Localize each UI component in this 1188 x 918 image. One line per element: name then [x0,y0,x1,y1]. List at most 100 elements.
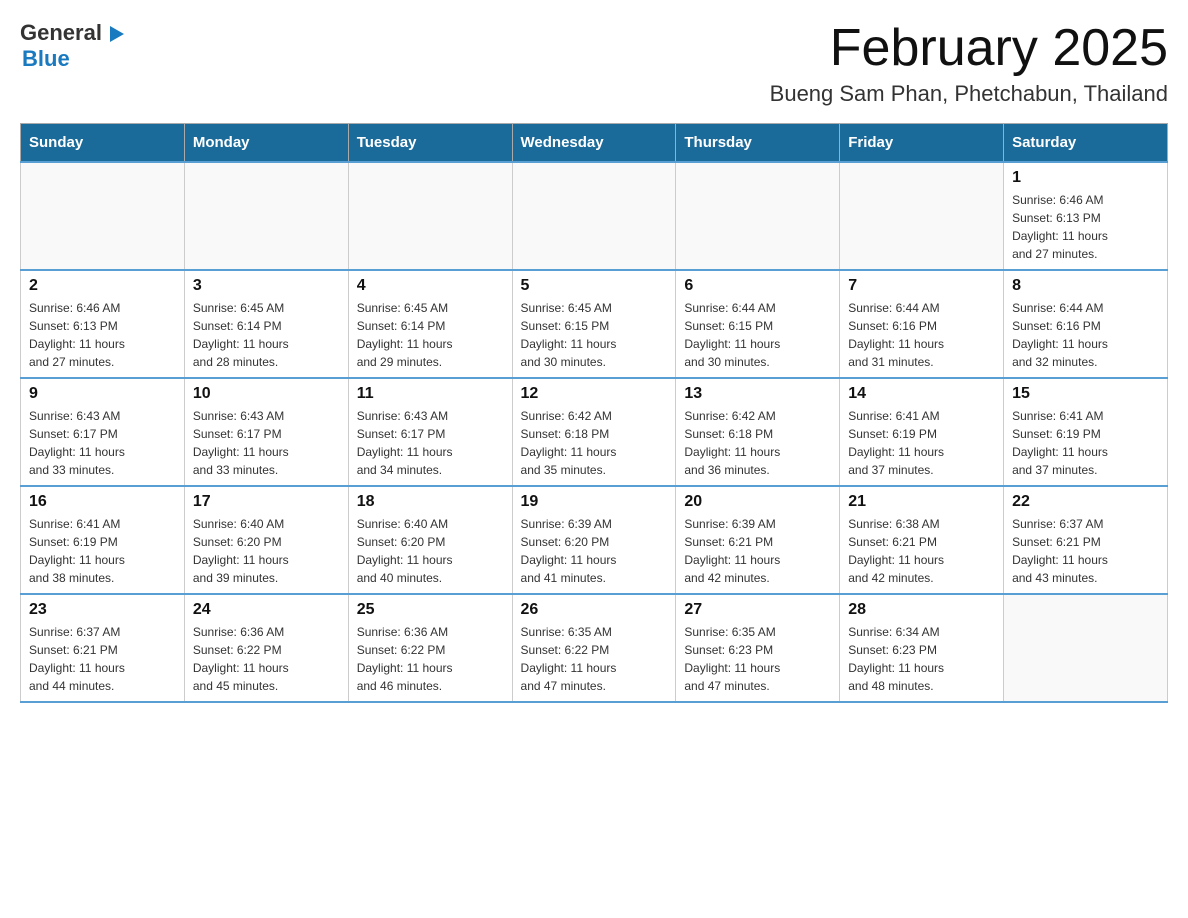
day-number: 14 [848,385,995,403]
header: General Blue February 2025 Bueng Sam Pha… [20,20,1168,107]
calendar-cell: 4 Sunrise: 6:45 AM Sunset: 6:14 PM Daylig… [348,270,512,378]
day-number: 20 [684,493,831,511]
day-info: Sunrise: 6:40 AM Sunset: 6:20 PM Dayligh… [193,515,340,587]
calendar-cell [21,162,185,270]
day-number: 25 [357,601,504,619]
calendar-cell: 5 Sunrise: 6:45 AM Sunset: 6:15 PM Daylig… [512,270,676,378]
calendar-cell: 17 Sunrise: 6:40 AM Sunset: 6:20 PM Dayli… [184,486,348,594]
day-info: Sunrise: 6:39 AM Sunset: 6:20 PM Dayligh… [521,515,668,587]
calendar-cell: 16 Sunrise: 6:41 AM Sunset: 6:19 PM Dayli… [21,486,185,594]
calendar-cell: 21 Sunrise: 6:38 AM Sunset: 6:21 PM Dayli… [840,486,1004,594]
day-info: Sunrise: 6:40 AM Sunset: 6:20 PM Dayligh… [357,515,504,587]
day-info: Sunrise: 6:39 AM Sunset: 6:21 PM Dayligh… [684,515,831,587]
day-info: Sunrise: 6:35 AM Sunset: 6:22 PM Dayligh… [521,623,668,695]
day-number: 13 [684,385,831,403]
calendar-cell [676,162,840,270]
day-info: Sunrise: 6:42 AM Sunset: 6:18 PM Dayligh… [684,407,831,479]
column-header-tuesday: Tuesday [348,124,512,163]
day-info: Sunrise: 6:41 AM Sunset: 6:19 PM Dayligh… [848,407,995,479]
calendar-cell: 19 Sunrise: 6:39 AM Sunset: 6:20 PM Dayli… [512,486,676,594]
day-number: 9 [29,385,176,403]
day-info: Sunrise: 6:35 AM Sunset: 6:23 PM Dayligh… [684,623,831,695]
day-info: Sunrise: 6:44 AM Sunset: 6:15 PM Dayligh… [684,299,831,371]
day-number: 21 [848,493,995,511]
day-number: 18 [357,493,504,511]
day-number: 4 [357,277,504,295]
logo: General Blue [20,20,126,72]
calendar-table: SundayMondayTuesdayWednesdayThursdayFrid… [20,123,1168,703]
day-info: Sunrise: 6:42 AM Sunset: 6:18 PM Dayligh… [521,407,668,479]
header-row: SundayMondayTuesdayWednesdayThursdayFrid… [21,124,1168,163]
week-row-4: 16 Sunrise: 6:41 AM Sunset: 6:19 PM Dayli… [21,486,1168,594]
week-row-1: 1 Sunrise: 6:46 AM Sunset: 6:13 PM Daylig… [21,162,1168,270]
day-info: Sunrise: 6:37 AM Sunset: 6:21 PM Dayligh… [29,623,176,695]
day-number: 16 [29,493,176,511]
day-number: 11 [357,385,504,403]
month-title: February 2025 [770,20,1168,77]
day-info: Sunrise: 6:44 AM Sunset: 6:16 PM Dayligh… [1012,299,1159,371]
day-info: Sunrise: 6:45 AM Sunset: 6:15 PM Dayligh… [521,299,668,371]
calendar-cell [348,162,512,270]
logo-general: General [20,20,102,46]
day-number: 7 [848,277,995,295]
logo-triangle-icon [104,24,126,46]
calendar-cell: 2Sunrise: 6:46 AM Sunset: 6:13 PM Daylig… [21,270,185,378]
column-header-monday: Monday [184,124,348,163]
day-number: 3 [193,277,340,295]
calendar-cell: 24 Sunrise: 6:36 AM Sunset: 6:22 PM Dayli… [184,594,348,702]
day-number: 12 [521,385,668,403]
day-number: 19 [521,493,668,511]
calendar-cell: 26 Sunrise: 6:35 AM Sunset: 6:22 PM Dayli… [512,594,676,702]
day-info: Sunrise: 6:41 AM Sunset: 6:19 PM Dayligh… [29,515,176,587]
day-number: 10 [193,385,340,403]
day-number: 27 [684,601,831,619]
column-header-friday: Friday [840,124,1004,163]
day-number: 1 [1012,169,1159,187]
calendar-cell: 8 Sunrise: 6:44 AM Sunset: 6:16 PM Daylig… [1004,270,1168,378]
day-info: Sunrise: 6:44 AM Sunset: 6:16 PM Dayligh… [848,299,995,371]
day-info: Sunrise: 6:34 AM Sunset: 6:23 PM Dayligh… [848,623,995,695]
column-header-saturday: Saturday [1004,124,1168,163]
week-row-5: 23 Sunrise: 6:37 AM Sunset: 6:21 PM Dayli… [21,594,1168,702]
column-header-sunday: Sunday [21,124,185,163]
calendar-cell: 3Sunrise: 6:45 AM Sunset: 6:14 PM Daylig… [184,270,348,378]
calendar-cell: 10Sunrise: 6:43 AM Sunset: 6:17 PM Dayli… [184,378,348,486]
calendar-cell: 13 Sunrise: 6:42 AM Sunset: 6:18 PM Dayli… [676,378,840,486]
calendar-cell: 20 Sunrise: 6:39 AM Sunset: 6:21 PM Dayli… [676,486,840,594]
calendar-cell: 14 Sunrise: 6:41 AM Sunset: 6:19 PM Dayli… [840,378,1004,486]
day-info: Sunrise: 6:43 AM Sunset: 6:17 PM Dayligh… [357,407,504,479]
day-info: Sunrise: 6:37 AM Sunset: 6:21 PM Dayligh… [1012,515,1159,587]
day-info: Sunrise: 6:45 AM Sunset: 6:14 PM Dayligh… [357,299,504,371]
day-info: Sunrise: 6:46 AM Sunset: 6:13 PM Dayligh… [1012,191,1159,263]
day-number: 6 [684,277,831,295]
calendar-cell [184,162,348,270]
calendar-cell: 23 Sunrise: 6:37 AM Sunset: 6:21 PM Dayli… [21,594,185,702]
day-info: Sunrise: 6:36 AM Sunset: 6:22 PM Dayligh… [357,623,504,695]
day-info: Sunrise: 6:36 AM Sunset: 6:22 PM Dayligh… [193,623,340,695]
calendar-cell: 12 Sunrise: 6:42 AM Sunset: 6:18 PM Dayli… [512,378,676,486]
day-number: 24 [193,601,340,619]
day-number: 8 [1012,277,1159,295]
calendar-cell [1004,594,1168,702]
calendar-cell: 27 Sunrise: 6:35 AM Sunset: 6:23 PM Dayli… [676,594,840,702]
calendar-cell: 22Sunrise: 6:37 AM Sunset: 6:21 PM Dayli… [1004,486,1168,594]
day-number: 2 [29,277,176,295]
column-header-thursday: Thursday [676,124,840,163]
day-number: 26 [521,601,668,619]
calendar-cell: 15 Sunrise: 6:41 AM Sunset: 6:19 PM Dayli… [1004,378,1168,486]
calendar-cell: 18 Sunrise: 6:40 AM Sunset: 6:20 PM Dayli… [348,486,512,594]
day-info: Sunrise: 6:38 AM Sunset: 6:21 PM Dayligh… [848,515,995,587]
calendar-cell [512,162,676,270]
day-number: 17 [193,493,340,511]
day-number: 15 [1012,385,1159,403]
calendar-cell: 9Sunrise: 6:43 AM Sunset: 6:17 PM Daylig… [21,378,185,486]
day-number: 23 [29,601,176,619]
calendar-cell: 11 Sunrise: 6:43 AM Sunset: 6:17 PM Dayli… [348,378,512,486]
calendar-cell: 6 Sunrise: 6:44 AM Sunset: 6:15 PM Daylig… [676,270,840,378]
day-info: Sunrise: 6:41 AM Sunset: 6:19 PM Dayligh… [1012,407,1159,479]
calendar-cell: 7 Sunrise: 6:44 AM Sunset: 6:16 PM Daylig… [840,270,1004,378]
logo-blue: Blue [22,46,70,72]
calendar-cell [840,162,1004,270]
day-number: 5 [521,277,668,295]
calendar-cell: 28Sunrise: 6:34 AM Sunset: 6:23 PM Dayli… [840,594,1004,702]
